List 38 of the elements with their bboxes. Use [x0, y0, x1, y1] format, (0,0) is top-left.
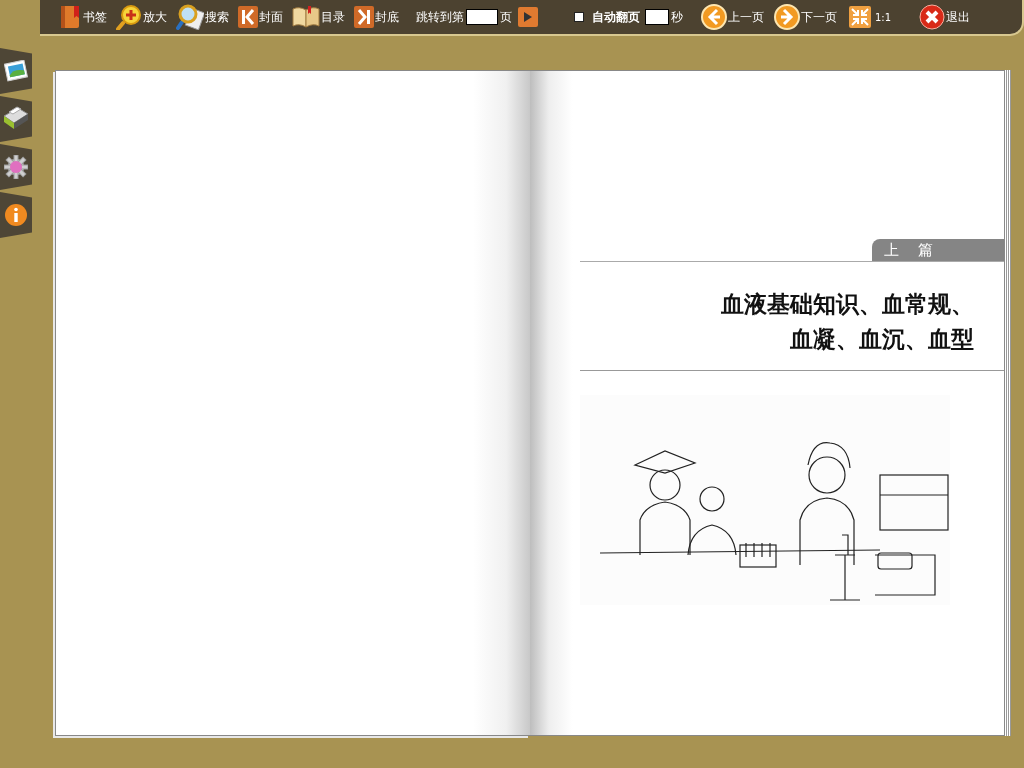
toolbar-button[interactable]: 下一页	[774, 4, 837, 30]
page-number-field[interactable]	[466, 9, 498, 25]
auto-flip-checkbox[interactable]	[574, 12, 584, 22]
open-book-icon	[292, 6, 320, 28]
jump-label: 跳转到第	[416, 8, 464, 26]
first-page-icon	[238, 6, 258, 28]
part-label: 上 篇	[872, 239, 1004, 261]
toolbar-button[interactable]: 目录	[292, 6, 345, 28]
printer-icon	[2, 106, 30, 132]
chapter-title: 血液基础知识、血常规、	[721, 289, 974, 319]
toolbar-button[interactable]: 退出	[919, 4, 971, 30]
go-button[interactable]	[518, 7, 538, 27]
side-tab[interactable]	[0, 48, 32, 94]
info-icon	[4, 203, 28, 227]
shrink-icon	[849, 6, 871, 28]
play-icon	[523, 11, 533, 23]
side-tab[interactable]	[0, 144, 32, 190]
toolbar-button[interactable]: 书签	[60, 5, 107, 29]
side-tab[interactable]	[0, 96, 32, 142]
side-tab[interactable]	[0, 192, 32, 238]
seconds-field[interactable]	[645, 9, 669, 25]
auto-flip-label: 自动翻页	[592, 8, 640, 26]
page-suffix: 页	[500, 8, 512, 26]
seconds-unit: 秒	[671, 8, 683, 26]
toolbar-button[interactable]: 放大	[116, 4, 167, 30]
toolbar-button[interactable]: 上一页	[701, 4, 764, 30]
toolbar-button[interactable]: 封底	[354, 6, 399, 28]
last-page-icon	[354, 6, 374, 28]
gear-icon	[4, 155, 28, 179]
search-icon	[176, 4, 204, 30]
toolbar-button[interactable]: 1:1	[849, 6, 892, 28]
picture-icon	[4, 60, 28, 82]
toolbar-button[interactable]: 搜索	[176, 4, 229, 30]
book-icon	[60, 5, 82, 29]
toolbar-button[interactable]: 封面	[238, 6, 283, 28]
close-icon	[919, 4, 946, 30]
chapter-title: 血凝、血沉、血型	[790, 324, 974, 354]
zoom-in-icon	[116, 4, 142, 30]
